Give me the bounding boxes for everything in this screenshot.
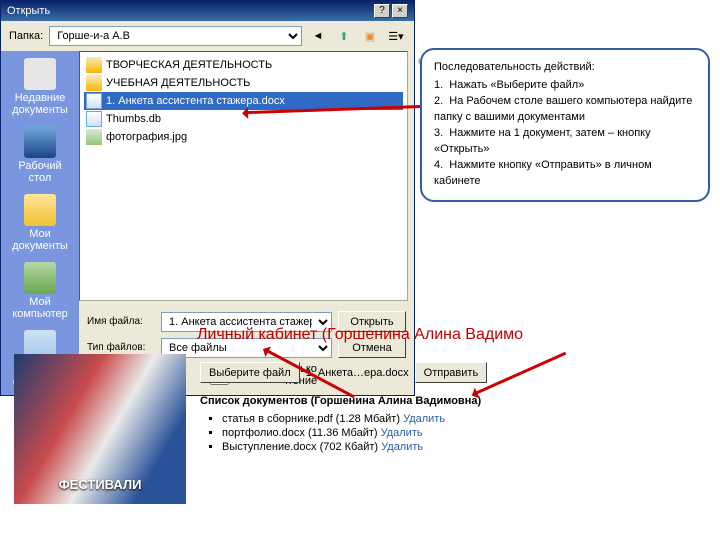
docs-heading: Список документов (Горшенина Алина Вадим… — [200, 395, 706, 407]
delete-link[interactable]: Удалить — [381, 427, 423, 439]
word-icon — [86, 93, 102, 109]
image-icon — [86, 129, 102, 145]
docs-list: статья в сборнике.pdf (1.28 Мбайт) Удали… — [200, 413, 706, 453]
titlebar: Открыть ? × — [1, 1, 414, 21]
dialog-title: Открыть — [7, 5, 50, 17]
sidebar-item-recent[interactable]: Недавние документы — [5, 55, 75, 119]
views-icon[interactable]: ☰▾ — [386, 26, 406, 46]
help-button[interactable]: ? — [374, 4, 390, 18]
back-icon[interactable]: ◄ — [308, 26, 328, 46]
file-list[interactable]: ТВОРЧЕСКАЯ ДЕЯТЕЛЬНОСТЬ УЧЕБНАЯ ДЕЯТЕЛЬН… — [79, 51, 408, 301]
delete-link[interactable]: Удалить — [403, 413, 445, 425]
folder-icon — [86, 75, 102, 91]
folder-select[interactable]: Горше-и-а А.В — [49, 26, 302, 46]
toolbar: Папка: Горше-и-а А.В ◄ ⬆ ▣ ☰▾ — [1, 21, 414, 51]
sidebar-item-mycomputer[interactable]: Мой компьютер — [5, 259, 75, 323]
list-item: Выступление.docx (702 Кбайт) Удалить — [222, 441, 706, 453]
list-item[interactable]: ТВОРЧЕСКАЯ ДЕЯТЕЛЬНОСТЬ — [84, 56, 403, 74]
sidebar-item-mydocs[interactable]: Мои документы — [5, 191, 75, 255]
up-icon[interactable]: ⬆ — [334, 26, 354, 46]
folder-label: Папка: — [9, 30, 43, 42]
callout-title: Последовательность действий: — [434, 60, 696, 76]
close-button[interactable]: × — [392, 4, 408, 18]
choose-file-button[interactable]: Выберите файл — [200, 362, 300, 383]
list-item[interactable]: фотография.jpg — [84, 128, 403, 146]
folder-icon — [86, 57, 102, 73]
send-button[interactable]: Отправить — [415, 362, 488, 383]
instruction-callout: Последовательность действий: 1. Нажать «… — [420, 48, 710, 202]
page-title: Личный кабинет (Горшенина Алина Вадимо — [0, 326, 720, 344]
sidebar-item-desktop[interactable]: Рабочий стол — [5, 123, 75, 187]
poster-image: ФЕСТИВАЛИ — [14, 354, 186, 504]
list-item[interactable]: УЧЕБНАЯ ДЕЯТЕЛЬНОСТЬ — [84, 74, 403, 92]
poster-caption: ФЕСТИВАЛИ — [14, 477, 186, 492]
new-folder-icon[interactable]: ▣ — [360, 26, 380, 46]
list-item: статья в сборнике.pdf (1.28 Мбайт) Удали… — [222, 413, 706, 425]
file-icon — [86, 111, 102, 127]
delete-link[interactable]: Удалить — [381, 441, 423, 453]
list-item: портфолио.docx (11.36 Мбайт) Удалить — [222, 427, 706, 439]
